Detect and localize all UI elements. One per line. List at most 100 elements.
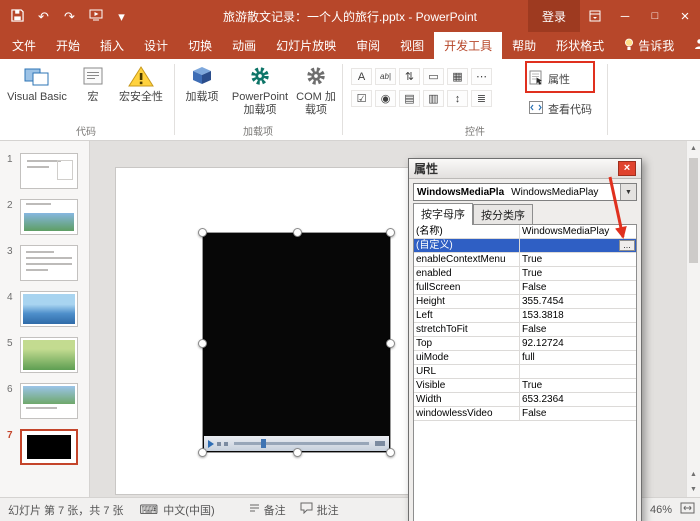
object-selector-combobox[interactable]: WindowsMediaPla WindowsMediaPlay ▼ [413, 183, 637, 201]
volume-icon[interactable] [375, 441, 385, 446]
language-indicator[interactable]: ⌨ 中文(中国) [140, 502, 215, 518]
combobox-control-icon[interactable]: ▥ [423, 90, 444, 107]
powerpoint-addins-button[interactable]: PowerPoint 加载项 [228, 63, 292, 117]
property-row[interactable]: Top 92.12724 [414, 337, 636, 351]
play-icon[interactable] [208, 440, 214, 448]
custom-ellipsis-button[interactable]: ... [619, 240, 635, 251]
resize-handle-bottom[interactable] [293, 448, 302, 457]
save-icon[interactable] [10, 9, 25, 24]
slide-thumbnail-7[interactable]: 7 [0, 427, 89, 473]
tab-file[interactable]: 文件 [2, 32, 46, 59]
image-control-icon[interactable]: ▦ [447, 68, 468, 85]
tab-categorized[interactable]: 按分类序 [473, 204, 533, 224]
zoom-level[interactable]: 46% [650, 504, 672, 516]
visual-basic-button[interactable]: Visual Basic [6, 63, 68, 104]
qat-customize-icon[interactable]: ▾ [114, 10, 129, 23]
slide-thumbnail-5[interactable]: 5 [0, 335, 89, 381]
other-controls-icon[interactable]: ≣ [471, 90, 492, 107]
combo-dropdown-icon[interactable]: ▼ [620, 184, 636, 200]
redo-icon[interactable]: ↷ [62, 10, 77, 23]
scrollbar-control-icon[interactable]: ↕ [447, 90, 468, 107]
checkbox-control-icon[interactable]: ☑ [351, 90, 372, 107]
property-row[interactable]: uiMode full [414, 351, 636, 365]
resize-handle-right[interactable] [386, 339, 395, 348]
resize-handle-top-left[interactable] [198, 228, 207, 237]
visual-basic-icon [24, 63, 50, 89]
seek-thumb[interactable] [261, 439, 266, 448]
tab-alphabetic[interactable]: 按字母序 [413, 203, 473, 225]
resize-handle-bottom-left[interactable] [198, 448, 207, 457]
tab-transitions[interactable]: 切换 [178, 32, 222, 59]
start-slideshow-icon[interactable] [88, 9, 103, 23]
textbox-control-icon[interactable]: ab| [375, 68, 396, 85]
tab-design[interactable]: 设计 [134, 32, 178, 59]
tab-home[interactable]: 开始 [46, 32, 90, 59]
option-button-control-icon[interactable]: ◉ [375, 90, 396, 107]
next-slide-icon[interactable]: ▼ [687, 482, 700, 497]
fit-to-window-icon[interactable] [680, 502, 695, 517]
previous-slide-icon[interactable]: ▲ [687, 467, 700, 482]
slide-thumbnail-6[interactable]: 6 [0, 381, 89, 427]
lightbulb-icon [624, 38, 634, 54]
property-row[interactable]: Height 355.7454 [414, 295, 636, 309]
scroll-up-icon[interactable]: ▲ [687, 141, 700, 156]
command-button-control-icon[interactable]: ▭ [423, 68, 444, 85]
property-row[interactable]: stretchToFit False [414, 323, 636, 337]
resize-handle-bottom-right[interactable] [386, 448, 395, 457]
tab-view[interactable]: 视图 [390, 32, 434, 59]
notes-button[interactable]: 备注 [249, 502, 286, 518]
property-row[interactable]: enabled True [414, 267, 636, 281]
slide-number-indicator[interactable]: 幻灯片 第 7 张，共 7 张 [0, 502, 124, 518]
property-row[interactable]: Visible True [414, 379, 636, 393]
com-addins-button[interactable]: COM 加载项 [294, 63, 338, 117]
tab-slideshow[interactable]: 幻灯片放映 [266, 32, 346, 59]
tab-developer[interactable]: 开发工具 [434, 32, 502, 59]
close-button[interactable]: × [670, 0, 700, 32]
spin-button-control-icon[interactable]: ⇅ [399, 68, 420, 85]
tab-review[interactable]: 审阅 [346, 32, 390, 59]
tab-help[interactable]: 帮助 [502, 32, 546, 59]
tab-insert[interactable]: 插入 [90, 32, 134, 59]
properties-close-icon[interactable]: × [618, 161, 636, 176]
slide-thumbnail-1[interactable]: 1 [0, 151, 89, 197]
maximize-button[interactable]: □ [640, 0, 670, 32]
property-row[interactable]: fullScreen False [414, 281, 636, 295]
property-row[interactable]: URL [414, 365, 636, 379]
property-row[interactable]: Width 653.2364 [414, 393, 636, 407]
property-row[interactable]: (名称) WindowsMediaPlay [414, 225, 636, 239]
stop-icon[interactable] [217, 442, 221, 446]
vertical-scrollbar[interactable]: ▲ ▲ ▼ [686, 141, 700, 497]
seek-bar[interactable] [234, 442, 369, 445]
listbox-control-icon[interactable]: ▤ [399, 90, 420, 107]
properties-button[interactable]: 属性 [528, 67, 570, 91]
windows-media-player-control[interactable] [203, 233, 390, 452]
tab-tell-me[interactable]: 告诉我 [614, 32, 684, 59]
sign-in-button[interactable]: 登录 [528, 0, 580, 32]
label-control-icon[interactable]: A [351, 68, 372, 85]
ribbon-display-options-icon[interactable] [580, 0, 610, 32]
addins-button[interactable]: 加载项 [180, 63, 224, 104]
macros-button[interactable]: 宏 [74, 63, 112, 104]
comments-button[interactable]: 批注 [300, 502, 339, 518]
property-row[interactable]: Left 153.3818 [414, 309, 636, 323]
property-row-custom[interactable]: (自定义) ... [414, 239, 636, 253]
tab-shape-format[interactable]: 形状格式 [546, 32, 614, 59]
property-row[interactable]: enableContextMenu True [414, 253, 636, 267]
macro-security-button[interactable]: 宏安全性 [114, 63, 168, 104]
slide-thumbnail-2[interactable]: 2 [0, 197, 89, 243]
properties-window-titlebar[interactable]: 属性 × [409, 159, 641, 179]
pause-icon[interactable] [224, 442, 228, 446]
resize-handle-left[interactable] [198, 339, 207, 348]
tab-animations[interactable]: 动画 [222, 32, 266, 59]
resize-handle-top-right[interactable] [386, 228, 395, 237]
slide-thumbnail-3[interactable]: 3 [0, 243, 89, 289]
minimize-button[interactable]: ─ [610, 0, 640, 32]
more-controls-row-icon[interactable]: ⋯ [471, 68, 492, 85]
slide-thumbnail-4[interactable]: 4 [0, 289, 89, 335]
undo-icon[interactable]: ↶ [36, 10, 51, 23]
property-row[interactable]: windowlessVideo False [414, 407, 636, 421]
scrollbar-thumb[interactable] [689, 158, 698, 263]
view-code-button[interactable]: 查看代码 [528, 97, 592, 121]
share-button[interactable]: 共享 [684, 32, 700, 59]
resize-handle-top[interactable] [293, 228, 302, 237]
